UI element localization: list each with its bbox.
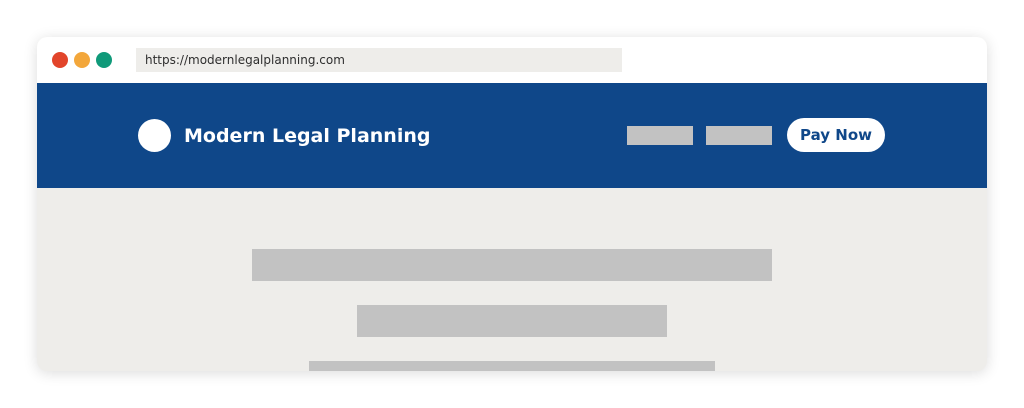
close-window-button[interactable] [52,52,68,68]
subheading-placeholder [357,305,667,337]
nav-link-placeholder[interactable] [627,126,693,145]
minimize-window-button[interactable] [74,52,90,68]
address-bar[interactable]: https://modernlegalplanning.com [136,48,622,72]
nav-link-placeholder[interactable] [706,126,772,145]
site-title[interactable]: Modern Legal Planning [184,122,430,150]
browser-titlebar: https://modernlegalplanning.com [37,37,987,83]
maximize-window-button[interactable] [96,52,112,68]
browser-window: https://modernlegalplanning.com Modern L… [37,37,987,371]
site-header: Modern Legal Planning Pay Now [37,83,987,188]
logo-circle-icon[interactable] [138,119,171,152]
text-line-placeholder [309,361,715,371]
page-content [37,188,987,371]
heading-placeholder [252,249,772,281]
pay-now-button[interactable]: Pay Now [787,118,885,152]
